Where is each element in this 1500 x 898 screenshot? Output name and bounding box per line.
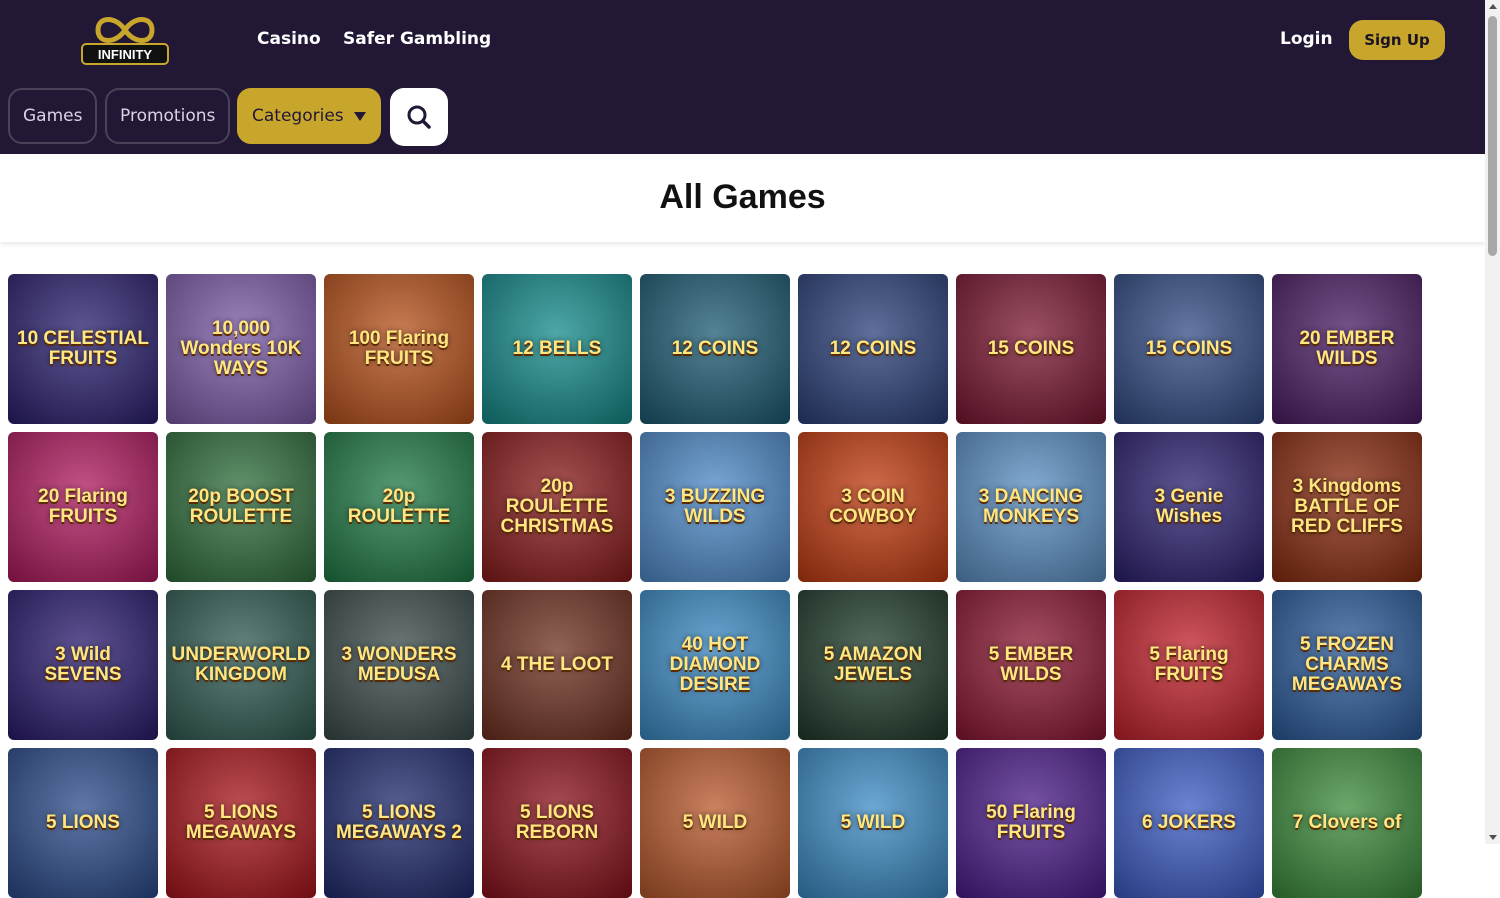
game-title: 50 Flaring FRUITS: [986, 802, 1076, 843]
game-title: 10 CELESTIAL FRUITS: [17, 328, 149, 369]
game-tile[interactable]: 5 LIONS MEGAWAYS 2: [324, 748, 474, 898]
game-title: 4 THE LOOT: [501, 654, 613, 676]
game-title: 12 COINS: [829, 338, 917, 360]
game-title: 3 Kingdoms BATTLE OF RED CLIFFS: [1291, 476, 1403, 537]
game-tile[interactable]: 5 EMBER WILDS: [956, 590, 1106, 740]
game-title: 12 BELLS: [512, 338, 602, 360]
game-title: 3 Wild SEVENS: [44, 644, 122, 685]
game-tile[interactable]: 20p BOOST ROULETTE: [166, 432, 316, 582]
search-icon: [407, 105, 431, 129]
game-title: 20 Flaring FRUITS: [38, 486, 128, 527]
categories-dropdown[interactable]: Categories: [237, 88, 381, 144]
game-title: 6 JOKERS: [1142, 812, 1236, 834]
game-tile[interactable]: 12 COINS: [640, 274, 790, 424]
game-tile[interactable]: 20p ROULETTE: [324, 432, 474, 582]
site-header: INFINITY Casino Safer Gambling Login Sig…: [0, 0, 1485, 154]
game-tile[interactable]: UNDERWORLD KINGDOM: [166, 590, 316, 740]
game-tile[interactable]: 7 Clovers of: [1272, 748, 1422, 898]
game-tile[interactable]: 50 Flaring FRUITS: [956, 748, 1106, 898]
game-title: 5 LIONS: [46, 812, 120, 834]
game-tile[interactable]: 5 Flaring FRUITS: [1114, 590, 1264, 740]
login-button[interactable]: Login: [1280, 29, 1333, 49]
nav-safer-gambling-link[interactable]: Safer Gambling: [343, 29, 491, 49]
svg-text:INFINITY: INFINITY: [98, 47, 152, 62]
game-title: 5 WILD: [840, 812, 906, 834]
game-title: 5 FROZEN CHARMS MEGAWAYS: [1291, 634, 1403, 695]
game-title: 3 COIN COWBOY: [829, 486, 917, 527]
game-tile[interactable]: 12 BELLS: [482, 274, 632, 424]
search-button[interactable]: [390, 88, 448, 146]
game-title: 3 Genie Wishes: [1154, 486, 1224, 527]
game-title: 15 COINS: [1145, 338, 1233, 360]
game-title: 100 Flaring FRUITS: [348, 328, 450, 369]
infinity-logo[interactable]: INFINITY: [78, 8, 172, 70]
game-tile[interactable]: 5 WILD: [798, 748, 948, 898]
game-tile[interactable]: 20p ROULETTE CHRISTMAS: [482, 432, 632, 582]
game-title: 7 Clovers of: [1292, 812, 1402, 834]
game-title: 20p ROULETTE CHRISTMAS: [500, 476, 614, 537]
scroll-down-arrow-icon[interactable]: [1489, 835, 1497, 840]
game-tile[interactable]: 5 LIONS: [8, 748, 158, 898]
game-title: 40 HOT DIAMOND DESIRE: [669, 634, 761, 695]
game-title: 15 COINS: [987, 338, 1075, 360]
game-title: 20p ROULETTE: [347, 486, 451, 527]
game-tile[interactable]: 3 COIN COWBOY: [798, 432, 948, 582]
caret-down-icon: [353, 111, 366, 121]
game-tile[interactable]: 100 Flaring FRUITS: [324, 274, 474, 424]
game-tile[interactable]: 3 BUZZING WILDS: [640, 432, 790, 582]
game-title: 5 LIONS MEGAWAYS 2: [335, 802, 462, 843]
game-title: 5 AMAZON JEWELS: [823, 644, 923, 685]
game-title: 3 BUZZING WILDS: [664, 486, 766, 527]
game-title: 20 EMBER WILDS: [1299, 328, 1395, 369]
game-tile[interactable]: 4 THE LOOT: [482, 590, 632, 740]
promotions-filter-button[interactable]: Promotions: [105, 88, 231, 144]
game-title: 3 DANCING MONKEYS: [978, 486, 1084, 527]
game-title: 5 LIONS REBORN: [515, 802, 599, 843]
game-title: 20p BOOST ROULETTE: [188, 486, 294, 527]
game-tile[interactable]: 3 DANCING MONKEYS: [956, 432, 1106, 582]
game-title: 5 WILD: [682, 812, 748, 834]
game-tile[interactable]: 15 COINS: [1114, 274, 1264, 424]
game-tile[interactable]: 3 Kingdoms BATTLE OF RED CLIFFS: [1272, 432, 1422, 582]
categories-label: Categories: [252, 106, 344, 126]
game-tile[interactable]: 20 Flaring FRUITS: [8, 432, 158, 582]
game-tile[interactable]: 20 EMBER WILDS: [1272, 274, 1422, 424]
nav-casino-link[interactable]: Casino: [257, 29, 321, 49]
game-title: UNDERWORLD KINGDOM: [171, 644, 311, 685]
game-tile[interactable]: 6 JOKERS: [1114, 748, 1264, 898]
game-tile[interactable]: 5 AMAZON JEWELS: [798, 590, 948, 740]
title-band: All Games: [0, 154, 1485, 242]
game-tile[interactable]: 5 WILD: [640, 748, 790, 898]
scroll-thumb[interactable]: [1488, 16, 1497, 256]
game-tile[interactable]: 10 CELESTIAL FRUITS: [8, 274, 158, 424]
scroll-up-arrow-icon[interactable]: [1489, 4, 1497, 9]
game-title: 3 WONDERS MEDUSA: [341, 644, 457, 685]
game-tile[interactable]: 15 COINS: [956, 274, 1106, 424]
game-tile[interactable]: 3 Genie Wishes: [1114, 432, 1264, 582]
game-tile[interactable]: 40 HOT DIAMOND DESIRE: [640, 590, 790, 740]
game-tile[interactable]: 5 FROZEN CHARMS MEGAWAYS: [1272, 590, 1422, 740]
game-title: 5 LIONS MEGAWAYS: [185, 802, 297, 843]
game-tile[interactable]: 3 Wild SEVENS: [8, 590, 158, 740]
sign-up-button[interactable]: Sign Up: [1349, 20, 1445, 60]
game-title: 12 COINS: [671, 338, 759, 360]
page-scrollbar[interactable]: [1485, 0, 1500, 844]
game-title: 5 EMBER WILDS: [988, 644, 1074, 685]
page-title: All Games: [659, 178, 826, 216]
game-tile[interactable]: 5 LIONS MEGAWAYS: [166, 748, 316, 898]
game-title: 10,000 Wonders 10K WAYS: [180, 318, 302, 379]
games-filter-button[interactable]: Games: [8, 88, 98, 144]
game-tile[interactable]: 10,000 Wonders 10K WAYS: [166, 274, 316, 424]
game-title: 5 Flaring FRUITS: [1149, 644, 1229, 685]
game-tile[interactable]: 12 COINS: [798, 274, 948, 424]
game-tile[interactable]: 5 LIONS REBORN: [482, 748, 632, 898]
game-tile[interactable]: 3 WONDERS MEDUSA: [324, 590, 474, 740]
